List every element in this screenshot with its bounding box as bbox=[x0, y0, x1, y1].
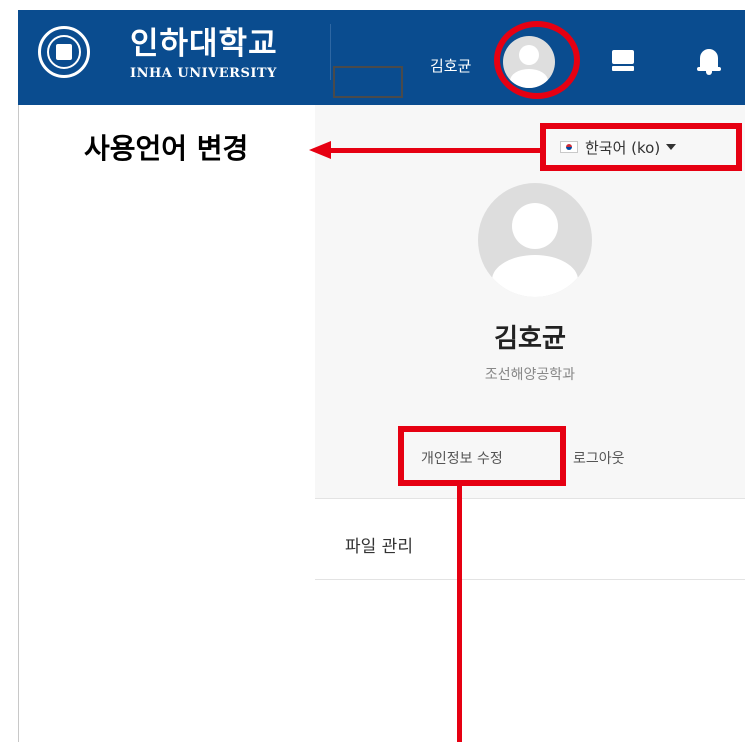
arrow-left-shaft bbox=[330, 148, 540, 153]
search-box-outline bbox=[333, 66, 403, 98]
bell-icon[interactable] bbox=[697, 49, 721, 75]
avatar-body-shape bbox=[492, 255, 578, 297]
logo-english-text[interactable]: INHA UNIVERSITY bbox=[130, 66, 277, 81]
navbar-divider bbox=[330, 24, 331, 80]
highlight-box-language bbox=[540, 123, 742, 171]
arrow-left-icon bbox=[309, 141, 331, 159]
profile-avatar-icon bbox=[478, 183, 592, 297]
arrow-down-line bbox=[457, 486, 462, 742]
emblem-core bbox=[56, 44, 72, 60]
bell-clapper bbox=[706, 71, 712, 75]
emblem-inner-ring bbox=[47, 35, 81, 69]
monitor-stand bbox=[612, 66, 634, 71]
monitor-icon[interactable] bbox=[612, 50, 634, 72]
profile-department: 조선해양공학과 bbox=[484, 367, 576, 383]
university-emblem-icon[interactable] bbox=[38, 26, 90, 78]
callout-change-language: 사용언어 변경 bbox=[84, 132, 249, 165]
bell-dome bbox=[700, 49, 718, 69]
highlight-box-edit-profile bbox=[398, 426, 566, 486]
logout-link[interactable]: 로그아웃 bbox=[573, 448, 625, 468]
logo-korean-text[interactable]: 인하대학교 bbox=[130, 26, 278, 62]
monitor-screen bbox=[612, 50, 634, 64]
avatar-head-shape bbox=[512, 203, 558, 249]
navbar-username[interactable]: 김호균 bbox=[430, 55, 471, 76]
profile-name: 김호균 bbox=[494, 324, 566, 354]
highlight-ring-avatar bbox=[494, 21, 580, 99]
menu-item-file-manager[interactable]: 파일 관리 bbox=[345, 532, 413, 557]
